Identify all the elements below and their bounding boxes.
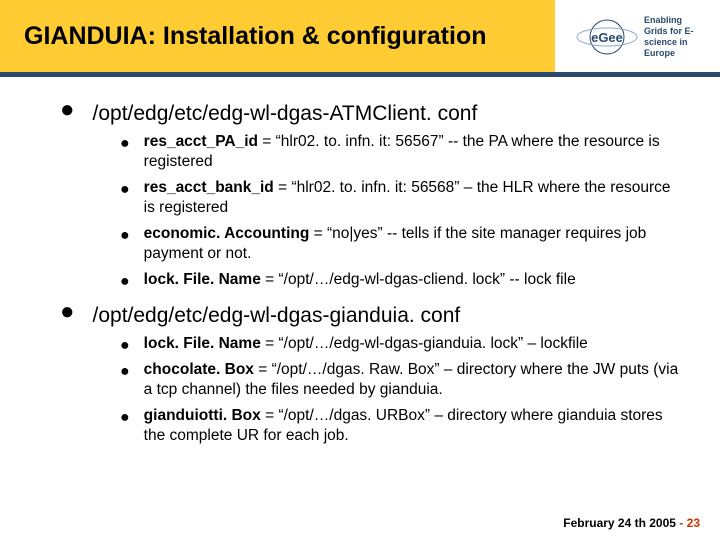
- bullet-icon: ●: [120, 136, 130, 152]
- svg-text:eGee: eGee: [591, 30, 623, 45]
- section-heading-text: /opt/edg/etc/edg-wl-dgas-gianduia. conf: [93, 304, 461, 328]
- bullet-icon: ●: [60, 300, 75, 324]
- list-text: chocolate. Box = “/opt/…/dgas. Raw. Box”…: [144, 360, 680, 400]
- bullet-icon: ●: [60, 98, 75, 122]
- bullet-icon: ●: [120, 274, 130, 290]
- slide: GIANDUIA: Installation & configuration e…: [0, 0, 720, 540]
- list-item: ● res_acct_bank_id = “hlr02. to. infn. i…: [120, 178, 680, 218]
- list-item: ● res_acct_PA_id = “hlr02. to. infn. it:…: [120, 132, 680, 172]
- list-text: res_acct_bank_id = “hlr02. to. infn. it:…: [144, 178, 680, 218]
- list-text: lock. File. Name = “/opt/…/edg-wl-dgas-g…: [144, 334, 588, 354]
- list-text: economic. Accounting = “no|yes” -- tells…: [144, 224, 680, 264]
- page-title: GIANDUIA: Installation & configuration: [24, 22, 487, 51]
- list-text: res_acct_PA_id = “hlr02. to. infn. it: 5…: [144, 132, 680, 172]
- list-item: ● chocolate. Box = “/opt/…/dgas. Raw. Bo…: [120, 360, 680, 400]
- bullet-icon: ●: [120, 410, 130, 426]
- list-item: ● lock. File. Name = “/opt/…/edg-wl-dgas…: [120, 334, 680, 354]
- title-band: GIANDUIA: Installation & configuration: [0, 0, 555, 72]
- list-item: ● lock. File. Name = “/opt/…/edg-wl-dgas…: [120, 270, 680, 290]
- title-bar: GIANDUIA: Installation & configuration e…: [0, 0, 720, 72]
- footer-separator: -: [676, 516, 687, 530]
- logo-tagline: Enabling Grids for E-science in Europe: [644, 15, 706, 59]
- bullet-icon: ●: [120, 364, 130, 380]
- divider: [0, 72, 720, 77]
- bullet-icon: ●: [120, 182, 130, 198]
- footer-date: February 24 th 2005: [563, 516, 676, 530]
- bullet-icon: ●: [120, 228, 130, 244]
- section-heading: ● /opt/edg/etc/edg-wl-dgas-ATMClient. co…: [60, 102, 680, 126]
- list-item: ● economic. Accounting = “no|yes” -- tel…: [120, 224, 680, 264]
- logo: eGee Enabling Grids for E-science in Eur…: [576, 6, 706, 68]
- list-item: ● gianduiotti. Box = “/opt/…/dgas. URBox…: [120, 406, 680, 446]
- content: ● /opt/edg/etc/edg-wl-dgas-ATMClient. co…: [60, 96, 680, 452]
- list-text: gianduiotti. Box = “/opt/…/dgas. URBox” …: [144, 406, 680, 446]
- egee-logo-icon: eGee: [576, 18, 638, 56]
- section-heading-text: /opt/edg/etc/edg-wl-dgas-ATMClient. conf: [93, 102, 478, 126]
- list: ● lock. File. Name = “/opt/…/edg-wl-dgas…: [120, 334, 680, 446]
- list: ● res_acct_PA_id = “hlr02. to. infn. it:…: [120, 132, 680, 290]
- footer: February 24 th 2005 - 23: [563, 516, 700, 530]
- footer-page: 23: [687, 516, 700, 530]
- list-text: lock. File. Name = “/opt/…/edg-wl-dgas-c…: [144, 270, 576, 290]
- bullet-icon: ●: [120, 338, 130, 354]
- section-heading: ● /opt/edg/etc/edg-wl-dgas-gianduia. con…: [60, 304, 680, 328]
